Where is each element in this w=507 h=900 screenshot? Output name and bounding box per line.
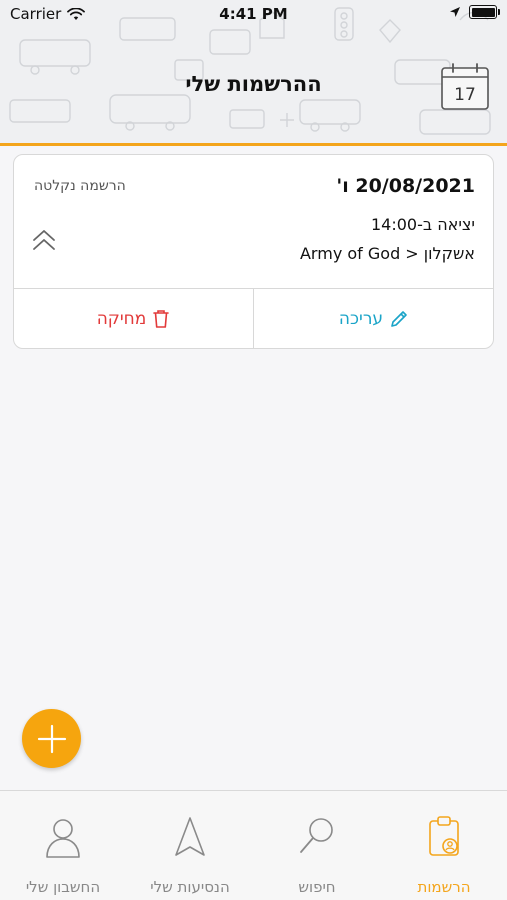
tab-my-account[interactable]: החשבון שלי xyxy=(0,791,126,900)
calendar-button[interactable]: 17 xyxy=(440,63,490,111)
tab-label: חיפוש xyxy=(298,878,336,896)
edit-label: עריכה xyxy=(338,309,384,329)
tab-search[interactable]: חיפוש xyxy=(254,791,380,900)
tab-registrations[interactable]: הרשמות xyxy=(381,791,507,900)
route-text: אשקלון < Army of God xyxy=(299,244,475,263)
tab-bar: החשבון שלי הנסיעות שלי חיפוש הרשמות xyxy=(0,790,507,900)
page-title: ההרשמות שלי xyxy=(185,72,322,96)
delete-label: מחיקה xyxy=(96,309,147,329)
app-header: Carrier 4:41 PM ההרשמות שלי 17 xyxy=(0,0,507,146)
registration-date: 20/08/2021 ו' xyxy=(336,175,475,197)
status-time: 4:41 PM xyxy=(219,5,288,23)
departure-time: יציאה ב-14:00 xyxy=(370,215,475,234)
collapse-button[interactable] xyxy=(31,227,57,253)
tab-label: הנסיעות שלי xyxy=(150,878,230,896)
clipboard-user-icon xyxy=(429,816,459,856)
location-arrow-icon xyxy=(450,7,460,17)
search-icon xyxy=(300,818,333,853)
battery-icon xyxy=(469,5,500,19)
registration-status: הרשמה נקלטה xyxy=(34,178,126,194)
tab-label: החשבון שלי xyxy=(25,878,101,896)
delete-button[interactable]: מחיקה xyxy=(14,289,254,349)
header-accent-line xyxy=(0,143,507,146)
calendar-day-number: 17 xyxy=(454,85,476,105)
tab-label: הרשמות xyxy=(417,878,471,896)
navigation-arrow-icon xyxy=(175,817,205,856)
person-icon xyxy=(46,819,80,858)
tab-my-trips[interactable]: הנסיעות שלי xyxy=(127,791,253,900)
status-indicators xyxy=(449,5,500,19)
edit-button[interactable]: עריכה xyxy=(254,289,494,349)
registration-card: 20/08/2021 ו' הרשמה נקלטה יציאה ב-14:00 … xyxy=(13,154,494,349)
plus-icon xyxy=(37,724,66,753)
trash-icon xyxy=(153,310,170,328)
chevron-double-up-icon xyxy=(33,230,55,250)
card-actions: מחיקה עריכה xyxy=(14,288,494,349)
pencil-icon xyxy=(391,311,407,327)
add-registration-button[interactable] xyxy=(22,709,81,768)
status-bar: Carrier 4:41 PM xyxy=(0,0,507,30)
